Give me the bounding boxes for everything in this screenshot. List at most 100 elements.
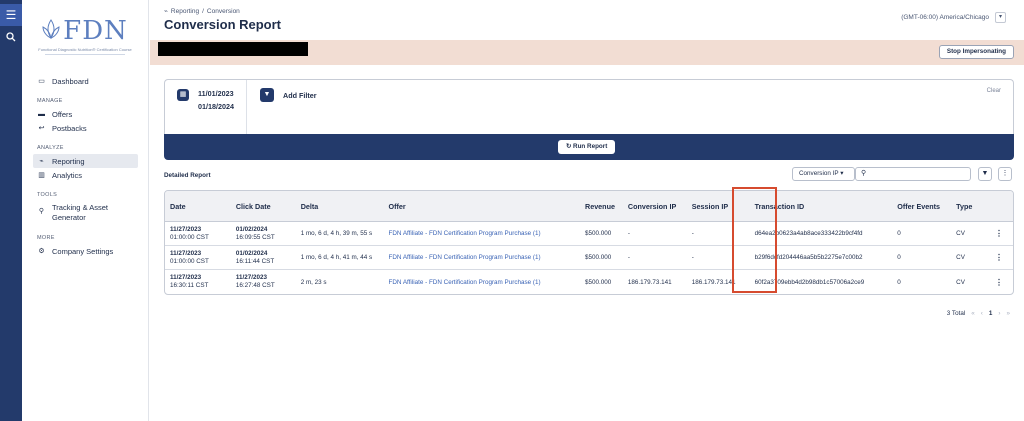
section-more: MORE [37, 235, 55, 241]
cell-delta: 1 mo, 6 d, 4 h, 39 m, 55 s [300, 230, 373, 237]
column-header[interactable]: Revenue [580, 202, 623, 211]
gear-icon: ⚙ [38, 248, 45, 255]
cell-date: 11/27/2023 01:00:00 CST [165, 250, 231, 266]
column-header[interactable]: Type [951, 202, 985, 211]
section-analyze: ANALYZE [37, 145, 64, 151]
total-count: 3 Total [946, 310, 966, 317]
table-row[interactable]: 11/27/2023 01:00:00 CST 01/02/2024 16:09:5… [165, 222, 1013, 246]
main-content: ⌁ Reporting / Conversion Conversion Repo… [150, 0, 1024, 421]
add-filter-button[interactable]: Add Filter [283, 91, 317, 100]
sidebar-item-analytics[interactable]: ▥ Analytics [33, 168, 138, 182]
table-row[interactable]: 11/27/2023 01:00:00 CST 01/02/2024 16:11:4… [165, 246, 1013, 270]
column-header[interactable]: Delta [296, 202, 384, 211]
breadcrumb-parent[interactable]: Reporting [171, 8, 199, 15]
search-icon: ⚲ [861, 170, 867, 177]
cell-offer-events: 0 [897, 230, 901, 237]
sidebar-item-offers[interactable]: ▬ Offers [33, 107, 138, 121]
report-table: Date Click Date Delta Offer Revenue Conv… [164, 190, 1014, 295]
time-value: 01:00:00 CST [170, 257, 209, 265]
section-manage: MANAGE [37, 98, 63, 104]
filter-add-icon[interactable]: ▼ [260, 88, 274, 102]
click-time-value: 16:09:55 CST [235, 233, 275, 241]
sidebar-item-label: Analytics [52, 170, 83, 180]
sidebar-item-label-2: Generator [52, 213, 86, 222]
sidebar-item-company-settings[interactable]: ⚙ Company Settings [33, 244, 138, 258]
start-date: 11/01/2023 [198, 89, 234, 98]
filter-icon[interactable]: ▼ [978, 167, 992, 181]
brand-logo[interactable]: FDN Functional Diagnostic Nutrition® Cer… [22, 10, 148, 60]
offer-link[interactable]: FDN Affiliate - FDN Certification Progra… [383, 230, 580, 237]
monitor-icon: ▭ [38, 78, 45, 85]
row-menu-icon[interactable]: ⋮ [985, 253, 1013, 262]
sidebar-item-label: Tracking & Asset [52, 203, 108, 212]
trend-chart-icon: ⌁ [39, 158, 44, 165]
cell-delta: 1 mo, 6 d, 4 h, 41 m, 44 s [300, 254, 373, 261]
cell-type: CV [956, 230, 965, 237]
timezone-selector[interactable]: (GMT-06:00) America/Chicago ▾ [901, 12, 1006, 23]
sidebar-item-label: Offers [52, 109, 73, 119]
stop-impersonating-button[interactable]: Stop Impersonating [938, 45, 1014, 59]
sidebar-item-postbacks[interactable]: ↩ Postbacks [33, 121, 138, 135]
cell-click-date: 11/27/2023 16:27:48 CST [231, 274, 296, 290]
chevron-down-icon: ▾ [840, 170, 844, 177]
cell-conversion-ip: 186.179.73.141 [627, 278, 672, 286]
more-options-icon[interactable]: ⋮ [998, 167, 1012, 181]
sidebar-item-tracking[interactable]: ⚲ Tracking & Asset Generator [33, 201, 138, 225]
cell-type: CV [956, 278, 965, 286]
bar-chart-icon: ▥ [38, 172, 45, 179]
column-header[interactable]: Date [165, 202, 231, 211]
brand-wordmark: FDN [63, 15, 128, 46]
search-field-label: Conversion IP [799, 170, 839, 177]
menu-icon[interactable]: ☰ [0, 4, 22, 26]
search-input[interactable] [871, 169, 967, 179]
brand-tagline: Functional Diagnostic Nutrition® Certifi… [38, 46, 132, 52]
date-value: 11/27/2023 [170, 249, 202, 257]
column-header[interactable]: Click Date [231, 202, 296, 211]
offer-link[interactable]: FDN Affiliate - FDN Certification Progra… [383, 279, 580, 286]
redacted-block [158, 42, 308, 56]
next-page-icon[interactable]: › [998, 310, 1000, 317]
column-header[interactable]: Offer [383, 202, 580, 211]
calendar-icon[interactable]: ▦ [177, 89, 189, 101]
row-menu-icon[interactable]: ⋮ [985, 229, 1013, 238]
trend-chart-icon: ⌁ [164, 8, 168, 15]
refresh-icon: ↻ [566, 143, 572, 150]
first-page-icon[interactable]: « [971, 310, 975, 317]
search-field-select[interactable]: Conversion IP ▾ [792, 167, 855, 181]
time-value: 16:30:11 CST [170, 282, 209, 289]
row-menu-icon[interactable]: ⋮ [985, 278, 1013, 287]
cell-conversion-ip: - [627, 254, 631, 261]
sidebar-item-reporting[interactable]: ⌁ Reporting [33, 154, 138, 168]
offer-link[interactable]: FDN Affiliate - FDN Certification Progra… [383, 254, 580, 261]
current-page[interactable]: 1 [989, 310, 993, 317]
breadcrumb: ⌁ Reporting / Conversion [164, 7, 240, 16]
clear-button[interactable]: Clear [987, 88, 1001, 94]
search-icon[interactable] [0, 26, 22, 48]
section-tools: TOOLS [37, 192, 58, 198]
column-header[interactable]: Offer Events [892, 202, 951, 211]
run-report-label: Run Report [573, 143, 608, 150]
cell-click-date: 01/02/2024 16:09:55 CST [231, 226, 296, 242]
report-title: Detailed Report [164, 172, 211, 179]
click-date-value: 11/27/2023 [235, 274, 268, 281]
run-report-button[interactable]: ↻ Run Report [558, 140, 616, 154]
timezone-label: (GMT-06:00) America/Chicago [901, 14, 989, 21]
click-time-value: 16:11:44 CST [235, 257, 275, 265]
column-header[interactable]: Conversion IP [623, 202, 687, 211]
date-range-picker[interactable]: ▦ 11/01/2023 01/18/2024 [165, 80, 247, 135]
icon-rail: ☰ [0, 0, 22, 421]
date-value: 11/27/2023 [170, 225, 202, 233]
cell-type: CV [956, 254, 965, 261]
table-row[interactable]: 11/27/2023 16:30:11 CST 11/27/2023 16:27:4… [165, 270, 1013, 294]
revenue-highlight-box [732, 187, 777, 293]
time-value: 01:00:00 CST [170, 233, 209, 241]
click-date-value: 01/02/2024 [235, 225, 268, 233]
search-box[interactable]: ⚲ [855, 167, 971, 181]
last-page-icon[interactable]: » [1006, 310, 1010, 317]
prev-page-icon[interactable]: ‹ [981, 310, 983, 317]
sidebar-item-dashboard[interactable]: ▭ Dashboard [33, 74, 138, 88]
sidebar-item-label: Dashboard [52, 76, 89, 86]
cell-offer-events: 0 [897, 254, 901, 261]
cell-conversion-ip: - [627, 230, 631, 237]
chevron-down-icon[interactable]: ▾ [995, 12, 1006, 23]
